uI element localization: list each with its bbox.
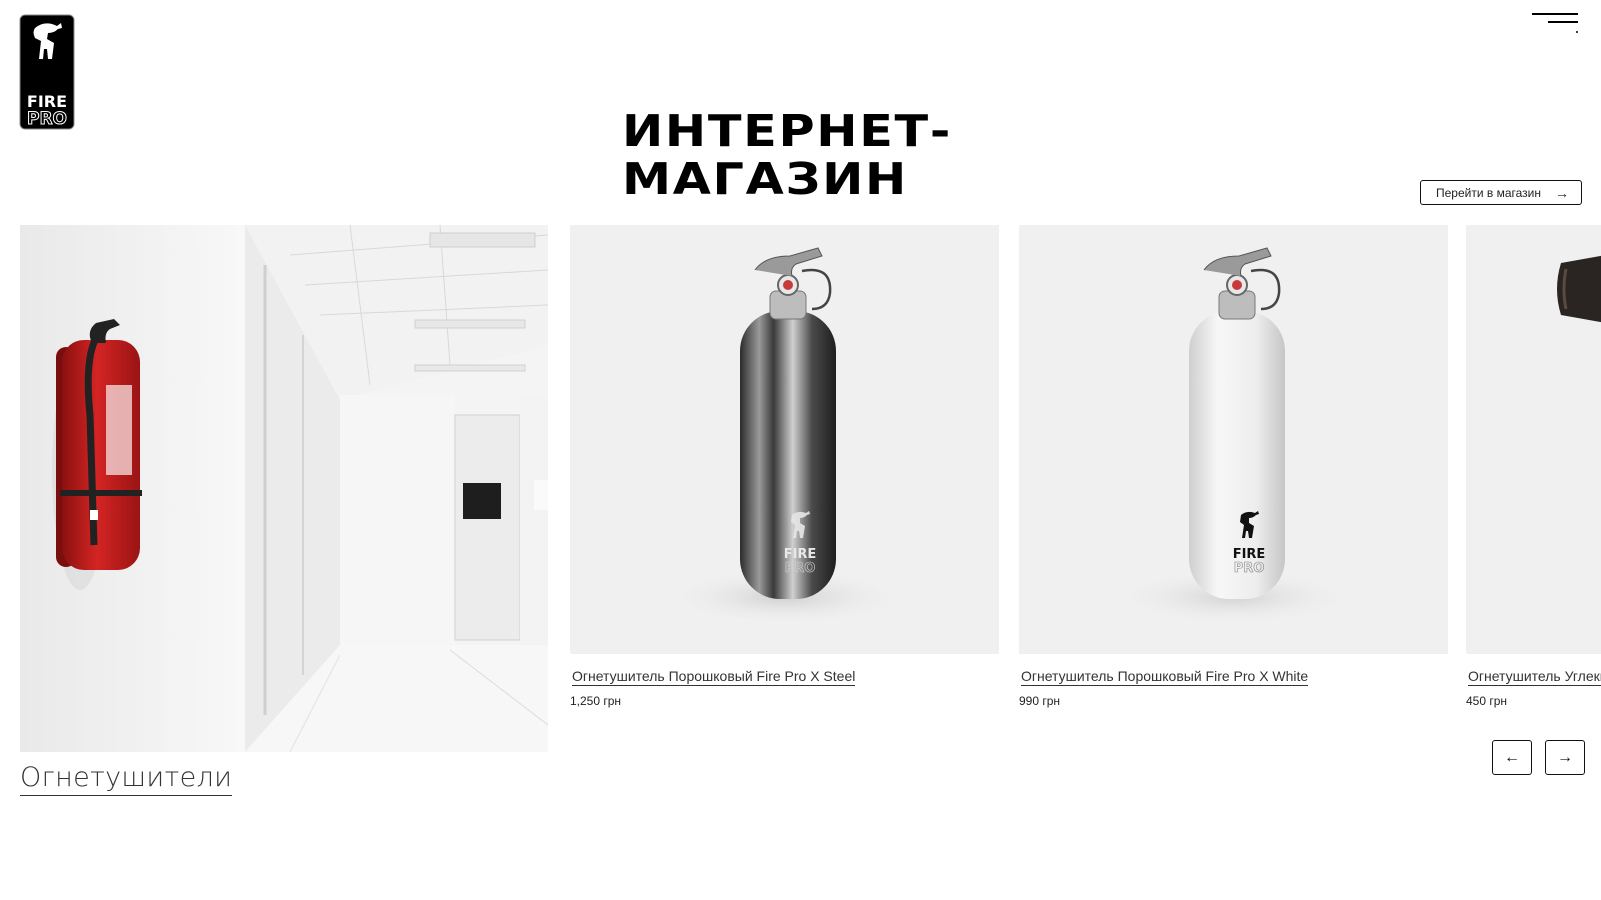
svg-text:PRO: PRO [27, 109, 67, 129]
carousel-overflow-clip: Огнетушитель Углекислотный Fire Pro 450 … [1466, 225, 1601, 725]
product-image-co2[interactable] [1466, 225, 1601, 654]
product-name-steel[interactable]: Огнетушитель Порошковый Fire Pro X Steel [572, 668, 856, 686]
product-price-white: 990 грн [1019, 694, 1061, 708]
product-image-white[interactable]: FIRE PRO [1019, 225, 1448, 654]
product-card-white[interactable]: FIRE PRO Огнетушитель Порошковый Fire Pr… [1019, 225, 1448, 708]
product-name-white[interactable]: Огнетушитель Порошковый Fire Pro X White [1021, 668, 1309, 686]
category-link-extinguishers[interactable]: Огнетушители [20, 762, 233, 796]
section-title-line2: МАГАЗИН [622, 154, 908, 205]
svg-text:PRO: PRO [785, 561, 816, 576]
product-price-co2: 450 грн [1466, 694, 1508, 708]
fire-pro-logo[interactable]: FIRE PRO [19, 14, 75, 130]
section-title: ИНТЕРНЕТ- МАГАЗИН [622, 108, 952, 204]
product-card-steel[interactable]: FIRE PRO Огнетушитель Порошковый Fire Pr… [570, 225, 999, 708]
svg-text:FIRE: FIRE [784, 547, 817, 562]
arrow-left-icon: ← [1504, 748, 1520, 766]
arrow-right-icon: → [1557, 748, 1573, 766]
product-price-steel: 1,250 грн [570, 694, 622, 708]
go-to-shop-label: Перейти в магазин [1436, 185, 1541, 200]
carousel-prev-button[interactable]: ← [1492, 740, 1532, 775]
svg-text:FIRE: FIRE [1233, 547, 1266, 562]
svg-text:PRO: PRO [1234, 561, 1265, 576]
product-name-co2[interactable]: Огнетушитель Углекислотный Fire Pro [1468, 668, 1601, 686]
category-hero-image[interactable] [20, 225, 548, 752]
section-title-line1: ИНТЕРНЕТ- [622, 106, 952, 157]
hamburger-menu-icon[interactable] [1530, 10, 1580, 36]
carousel-next-button[interactable]: → [1545, 740, 1585, 775]
arrow-right-icon: → [1555, 184, 1569, 201]
product-image-steel[interactable]: FIRE PRO [570, 225, 999, 654]
product-card-co2[interactable]: Огнетушитель Углекислотный Fire Pro 450 … [1466, 225, 1601, 708]
go-to-shop-button[interactable]: Перейти в магазин → [1420, 180, 1582, 205]
